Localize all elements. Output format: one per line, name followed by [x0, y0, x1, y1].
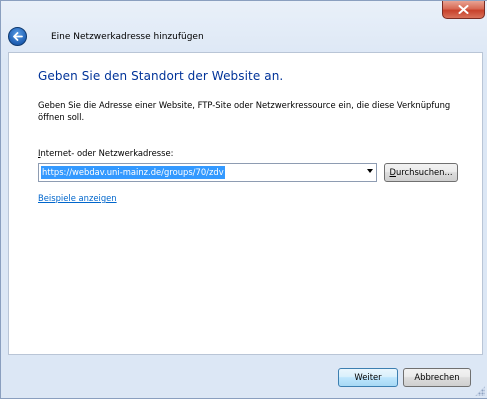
browse-button[interactable]: Durchsuchen... — [384, 163, 458, 182]
next-button[interactable]: Weiter — [338, 368, 398, 387]
wizard-content-panel: Geben Sie den Standort der Website an. G… — [8, 52, 483, 355]
address-input-value[interactable]: https://webdav.uni-mainz.de/groups/70/zd… — [41, 166, 225, 179]
dialog-window: Eine Netzwerkadresse hinzufügen Geben Si… — [0, 0, 487, 399]
window-title: Eine Netzwerkadresse hinzufügen — [51, 32, 204, 42]
page-heading: Geben Sie den Standort der Website an. — [38, 69, 284, 83]
resize-grip[interactable] — [475, 386, 485, 396]
address-field-label: Internet- oder Netzwerkadresse: — [38, 148, 173, 158]
address-combobox[interactable]: https://webdav.uni-mainz.de/groups/70/zd… — [38, 163, 377, 182]
address-label-text: nternet- oder Netzwerkadresse: — [40, 148, 174, 158]
browse-button-text: urchsuchen... — [395, 167, 453, 177]
page-description: Geben Sie die Adresse einer Website, FTP… — [38, 100, 451, 122]
examples-link[interactable]: Beispiele anzeigen — [38, 193, 117, 203]
back-arrow-icon — [13, 32, 23, 41]
dropdown-arrow-icon[interactable] — [367, 169, 373, 173]
close-button[interactable] — [442, 1, 485, 19]
back-button[interactable] — [8, 27, 27, 46]
close-icon — [458, 5, 469, 14]
cancel-button[interactable]: Abbrechen — [403, 368, 471, 387]
